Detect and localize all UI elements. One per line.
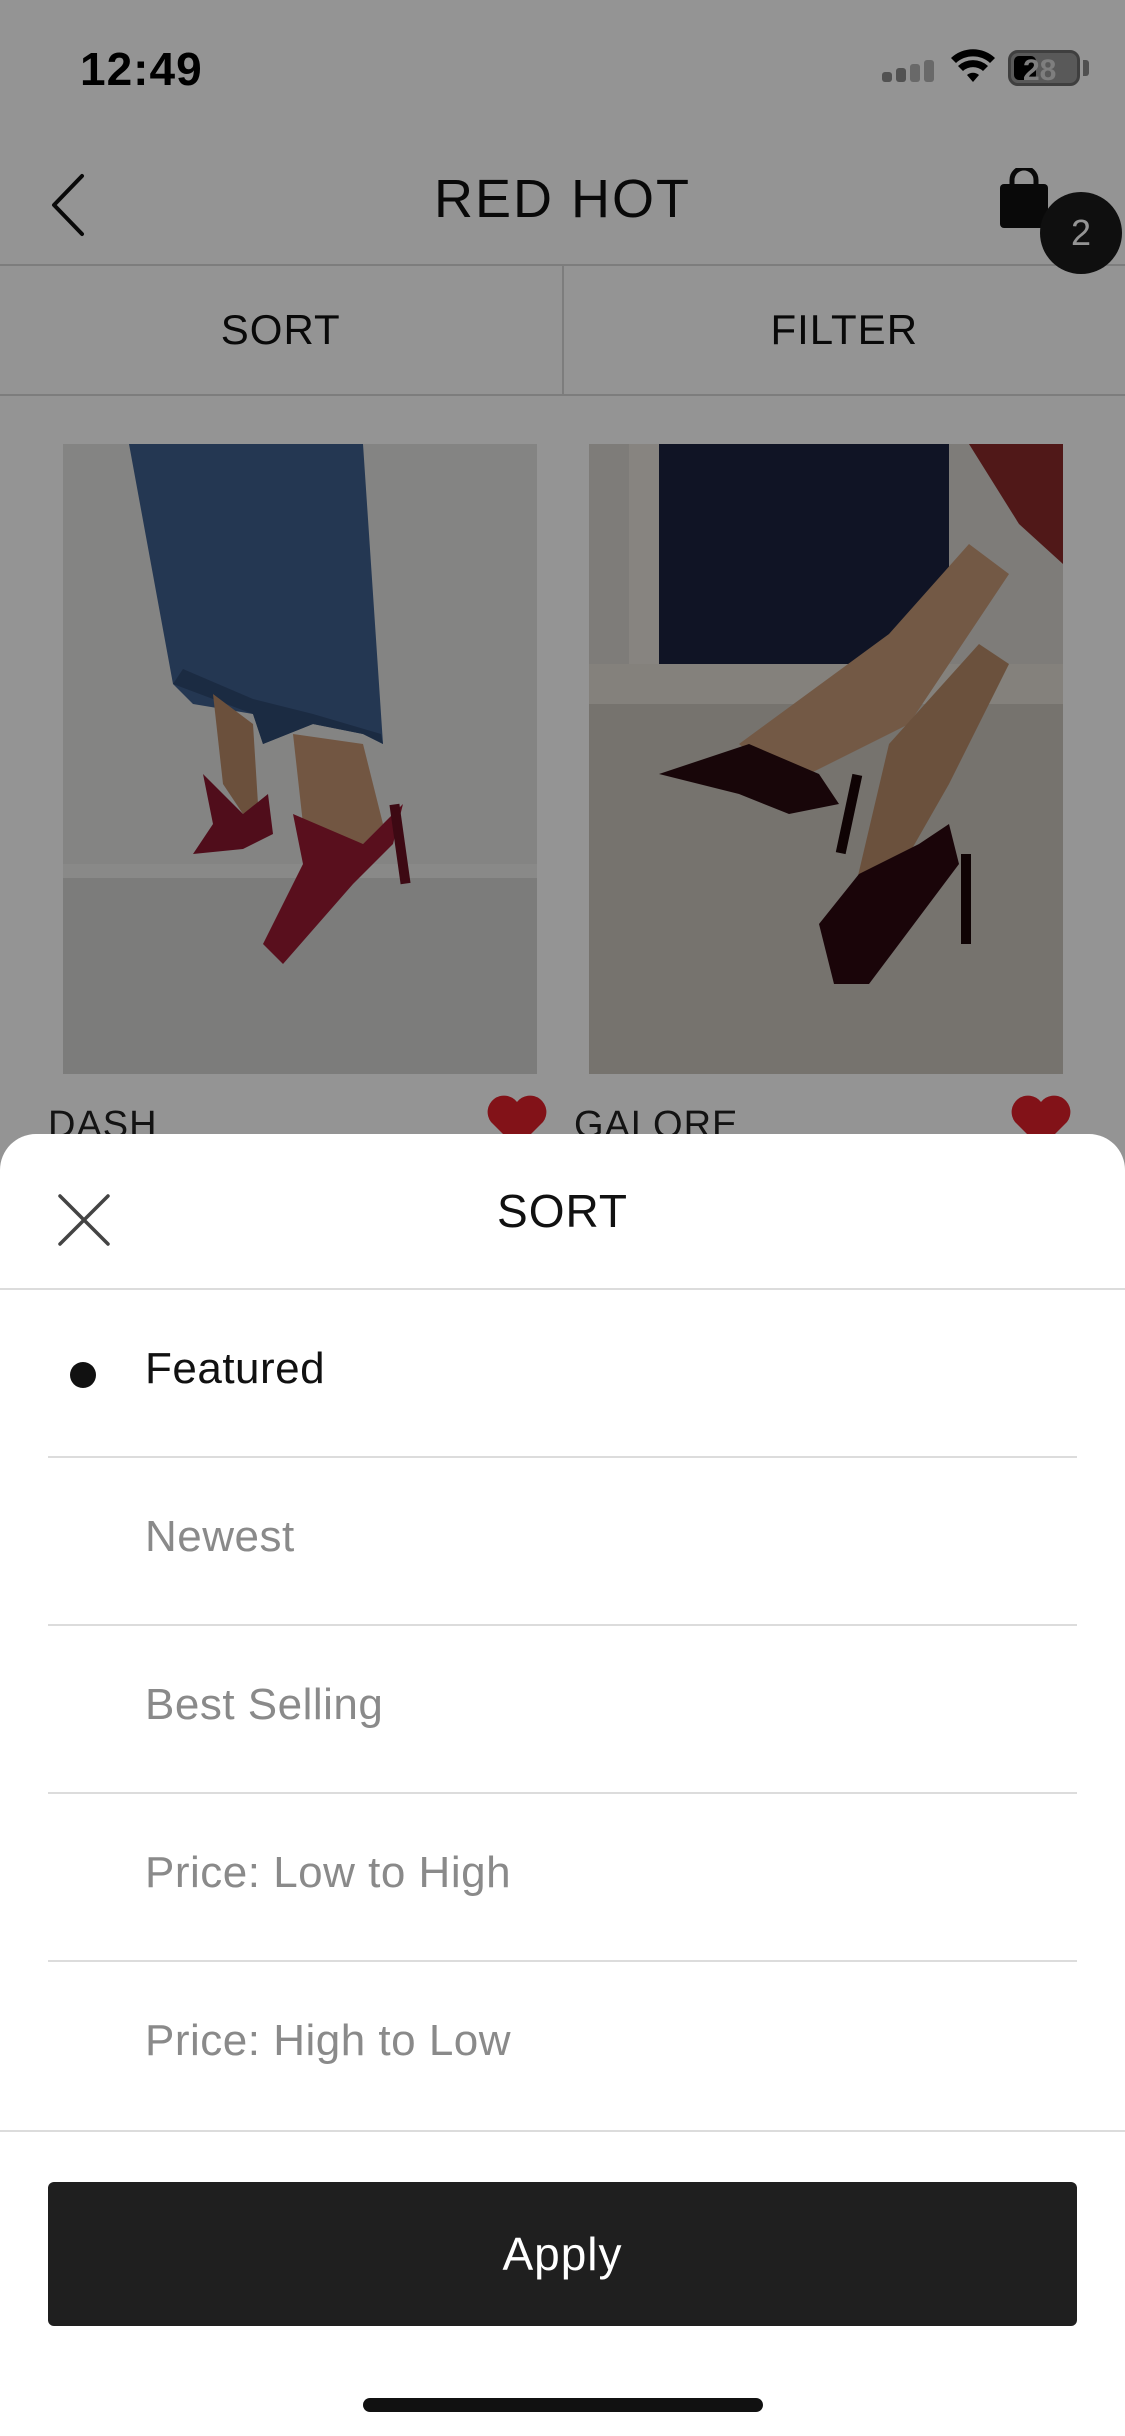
sort-option-price-high-low[interactable]: Price: High to Low [48, 1962, 1077, 2130]
apply-button[interactable]: Apply [48, 2182, 1077, 2326]
sort-option-label: Featured [145, 1344, 326, 1393]
sort-sheet: SORT Featured Newest Best Selling Price:… [0, 1134, 1125, 2436]
sort-option-best-selling[interactable]: Best Selling [48, 1626, 1077, 1794]
sort-option-label: Price: Low to High [145, 1848, 512, 1897]
sort-sheet-title: SORT [497, 1185, 628, 1237]
selected-indicator-icon [70, 1362, 96, 1388]
screen: 12:49 28 RED HOT 2 SORT FILTER DASH GALO… [0, 0, 1125, 2436]
sort-option-featured[interactable]: Featured [48, 1290, 1077, 1458]
sort-sheet-header: SORT [0, 1134, 1125, 1290]
sort-option-label: Newest [145, 1512, 295, 1561]
sort-option-label: Price: High to Low [145, 2016, 512, 2065]
sort-option-label: Best Selling [145, 1680, 384, 1729]
home-indicator[interactable] [363, 2398, 763, 2412]
sort-option-price-low-high[interactable]: Price: Low to High [48, 1794, 1077, 1962]
sort-option-newest[interactable]: Newest [48, 1458, 1077, 1626]
divider [0, 2130, 1125, 2132]
